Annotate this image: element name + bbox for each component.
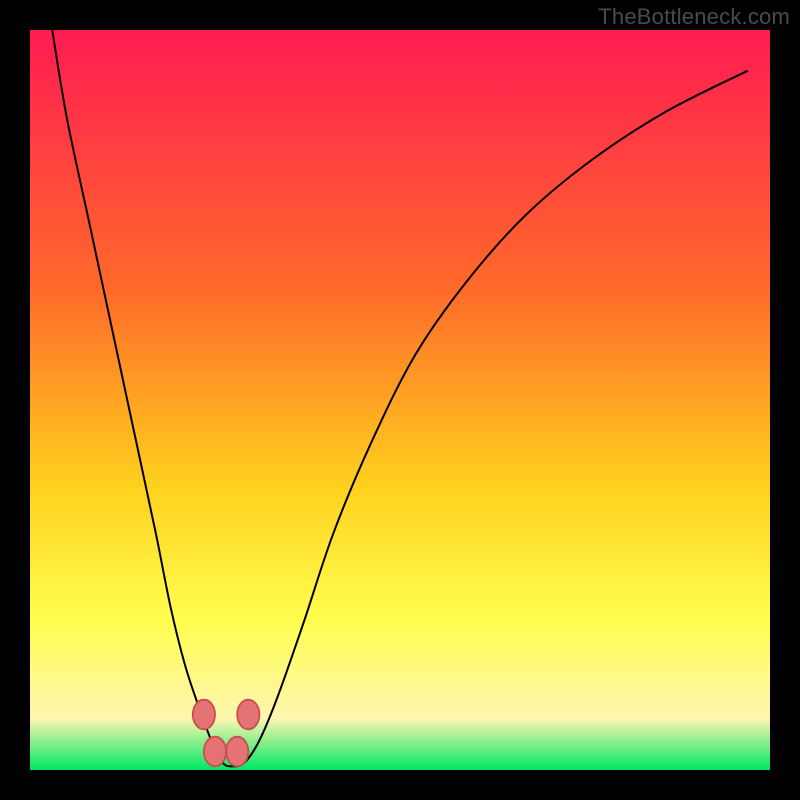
curve-marker-0 (193, 700, 215, 730)
chart-area (30, 30, 770, 770)
outer-frame: TheBottleneck.com (0, 0, 800, 800)
watermark-text: TheBottleneck.com (598, 4, 790, 30)
gradient-background (30, 30, 770, 770)
curve-marker-3 (237, 700, 259, 730)
curve-marker-1 (204, 737, 226, 767)
chart-svg (30, 30, 770, 770)
curve-marker-2 (226, 737, 248, 767)
